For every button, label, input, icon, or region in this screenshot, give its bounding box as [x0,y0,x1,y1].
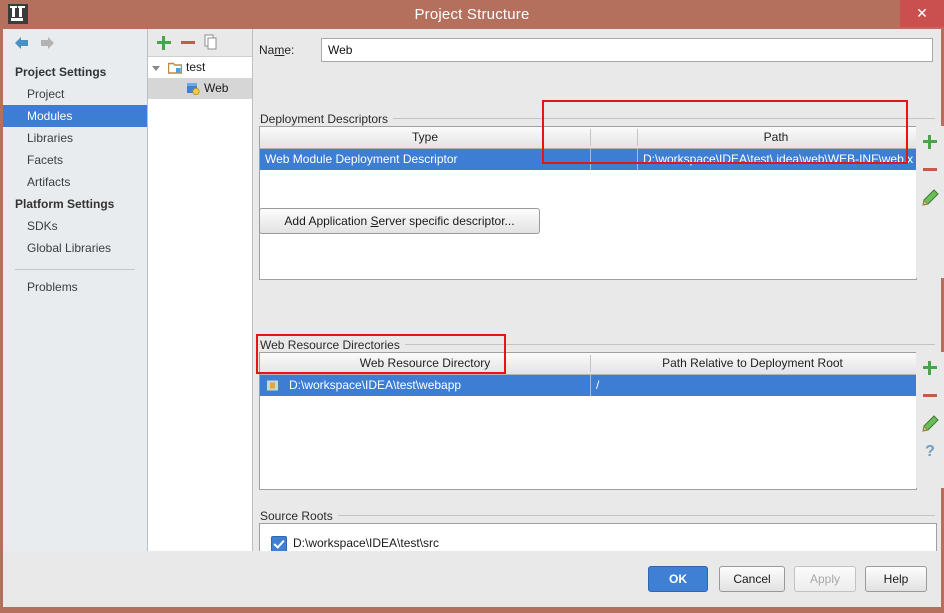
help-web-resource-button[interactable]: ? [920,442,940,462]
sidebar-item-libraries[interactable]: Libraries [3,127,147,149]
cancel-button[interactable]: Cancel [719,566,785,592]
sidebar-divider [15,269,135,270]
column-header-web-resource-directory[interactable]: Web Resource Directory [260,353,590,374]
sidebar-item-modules[interactable]: Modules [3,105,147,127]
web-facet-icon [187,83,200,95]
add-web-resource-button[interactable] [920,358,940,378]
deployment-descriptors-actions [916,126,944,278]
ok-button[interactable]: OK [648,566,708,592]
folder-icon [266,379,279,392]
module-name-row: Name: [259,38,935,64]
sidebar-item-global-libraries[interactable]: Global Libraries [3,237,147,259]
cell-path-relative: / [596,378,600,392]
cell-web-resource-directory: D:\workspace\IDEA\test\webapp [289,378,462,392]
plus-icon[interactable] [154,33,172,51]
pencil-icon [922,415,939,432]
table-header-row: Type Path [260,127,916,149]
nav-group-project-settings: Project Settings [15,65,107,79]
module-name-label: Name: [259,43,295,57]
web-resource-directories-actions: ? [916,352,944,488]
table-header-row: Web Resource Directory Path Relative to … [260,353,916,375]
column-header-path[interactable]: Path [638,127,914,148]
add-application-server-descriptor-button[interactable]: Add Application Server specific descript… [259,208,540,234]
sidebar-nav-buttons [3,29,147,56]
tree-node-test[interactable]: test [148,57,252,78]
remove-descriptor-button[interactable] [920,160,940,180]
close-icon: ✕ [916,5,928,21]
sidebar-item-sdks[interactable]: SDKs [3,215,147,237]
remove-web-resource-button[interactable] [920,386,940,406]
settings-sidebar: Project Settings Project Modules Librari… [3,29,148,551]
module-tree-toolbar [148,29,252,57]
deployment-descriptors-table: Type Path Web Module Deployment Descript… [259,126,917,280]
add-descriptor-button[interactable] [920,132,940,152]
project-structure-dialog: Project Structure ✕ Project Settings Pro… [0,0,944,613]
sidebar-item-artifacts[interactable]: Artifacts [3,171,147,193]
web-resource-directories-table: Web Resource Directory Path Relative to … [259,352,917,490]
sidebar-item-problems[interactable]: Problems [3,276,147,298]
module-folder-icon [168,62,182,74]
tree-node-label: test [186,60,206,74]
source-root-checkbox[interactable] [271,536,287,552]
question-mark-icon: ? [925,443,935,460]
cell-blank [591,149,637,170]
tree-node-web[interactable]: Web [148,78,252,99]
tree-node-label: Web [204,81,229,95]
arrow-left-icon[interactable] [12,35,32,51]
pencil-icon [922,189,939,206]
module-settings-content: Name: Deployment Descriptors Type Path W… [253,29,944,565]
dialog-footer: OK Cancel Apply Help [3,551,941,607]
nav-group-platform-settings: Platform Settings [15,197,115,211]
edit-descriptor-button[interactable] [920,188,940,208]
cell-path: D:\workspace\IDEA\test\.idea\web\WEB-INF… [643,152,914,166]
chevron-down-icon[interactable] [152,66,160,71]
column-header-path-relative[interactable]: Path Relative to Deployment Root [591,353,914,374]
module-tree-panel: test Web [148,29,253,551]
section-divider [259,515,935,516]
web-resource-directories-title: Web Resource Directories [260,338,405,352]
cell-type: Web Module Deployment Descriptor [265,152,458,166]
dialog-body: Project Settings Project Modules Librari… [3,29,944,607]
table-row[interactable]: Web Module Deployment Descriptor D:\work… [260,149,916,170]
sidebar-item-facets[interactable]: Facets [3,149,147,171]
deployment-descriptors-title: Deployment Descriptors [260,112,394,126]
module-name-input[interactable] [321,38,933,62]
copy-icon[interactable] [202,33,220,51]
column-header-blank[interactable] [591,127,637,148]
settings-nav-list: Project Settings Project Modules Librari… [3,61,147,298]
table-row[interactable]: D:\workspace\IDEA\test\webapp / [260,375,916,396]
arrow-right-icon[interactable] [37,35,57,51]
source-roots-title: Source Roots [260,509,338,523]
help-button[interactable]: Help [865,566,927,592]
minus-icon[interactable] [178,33,196,51]
title-bar: Project Structure ✕ [0,0,944,29]
close-window-button[interactable]: ✕ [900,0,944,27]
column-header-type[interactable]: Type [260,127,590,148]
window-title: Project Structure [414,6,530,23]
edit-web-resource-button[interactable] [920,414,940,434]
sidebar-item-project[interactable]: Project [3,83,147,105]
apply-button: Apply [794,566,856,592]
